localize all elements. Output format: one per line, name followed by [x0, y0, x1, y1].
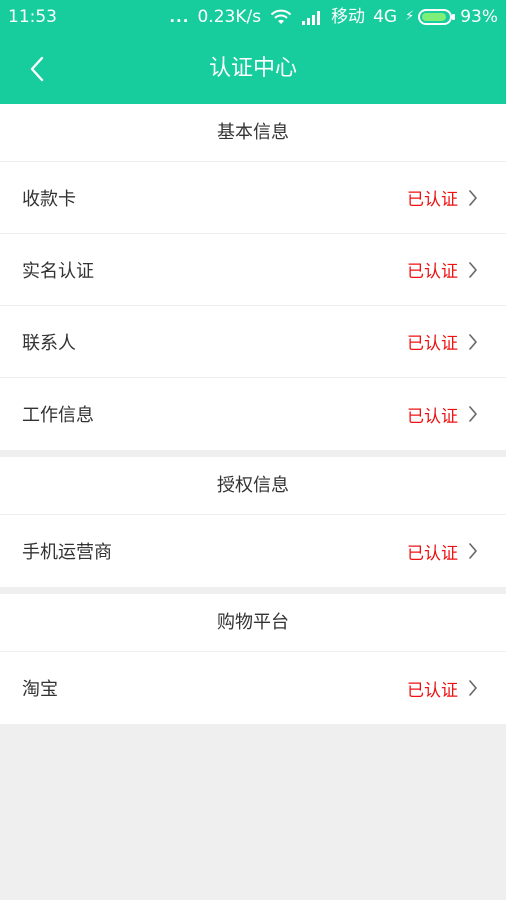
network-speed: 0.23K/s — [197, 7, 262, 27]
network-type: 4G — [373, 7, 398, 27]
list-item[interactable]: 联系人 已认证 — [0, 306, 506, 378]
status-bar: 11:53 ... 0.23K/s 移动 4G ⚡ 93% — [0, 0, 506, 34]
item-label: 淘宝 — [22, 679, 58, 700]
item-label: 联系人 — [22, 332, 76, 354]
more-dots-icon: ... — [169, 8, 190, 26]
status-icons: ... 0.23K/s 移动 4G ⚡ 93% — [169, 0, 498, 34]
status-badge: 已认证 — [407, 334, 458, 354]
section-0: 基本信息 收款卡 已认证 实名认证 已认证 联系人 已认证 工作信息 已认证 — [0, 104, 506, 450]
list-item[interactable]: 手机运营商 已认证 — [0, 515, 506, 587]
chevron-right-icon — [469, 333, 477, 350]
section-header: 购物平台 — [0, 594, 506, 652]
item-label: 实名认证 — [22, 260, 94, 282]
battery-fill — [422, 13, 447, 21]
app-header: 11:53 ... 0.23K/s 移动 4G ⚡ 93% 认证中心 — [0, 0, 506, 104]
item-label: 收款卡 — [22, 188, 76, 210]
chevron-right-icon — [469, 261, 477, 278]
list-item[interactable]: 工作信息 已认证 — [0, 378, 506, 450]
charging-bolt-icon: ⚡ — [405, 9, 415, 24]
status-badge: 已认证 — [407, 262, 458, 282]
list-item[interactable]: 实名认证 已认证 — [0, 234, 506, 306]
chevron-right-icon — [469, 680, 477, 696]
chevron-right-icon — [469, 189, 477, 206]
signal-icon — [302, 11, 321, 25]
section-header: 授权信息 — [0, 457, 506, 515]
certification-list: 基本信息 收款卡 已认证 实名认证 已认证 联系人 已认证 工作信息 已认证 授权信息 手机运营商已… — [0, 104, 506, 724]
section-1: 授权信息手机运营商 已认证 — [0, 457, 506, 587]
battery-percent: 93% — [460, 7, 498, 27]
chevron-right-icon — [469, 406, 477, 422]
section-2: 购物平台淘宝 已认证 — [0, 594, 506, 724]
carrier-name: 移动 — [331, 7, 366, 27]
chevron-right-icon — [469, 543, 477, 559]
item-label: 工作信息 — [22, 405, 94, 426]
status-time: 11:53 — [8, 7, 57, 27]
status-badge: 已认证 — [407, 406, 458, 427]
status-badge: 已认证 — [407, 680, 458, 701]
page-title: 认证中心 — [208, 56, 297, 81]
battery-icon — [418, 9, 456, 25]
list-item[interactable]: 收款卡 已认证 — [0, 162, 506, 234]
section-header: 基本信息 — [0, 104, 506, 162]
wifi-icon — [270, 9, 292, 24]
status-badge: 已认证 — [407, 543, 458, 564]
battery-cap — [452, 14, 456, 20]
nav-bar: 认证中心 — [0, 34, 506, 104]
item-label: 手机运营商 — [22, 542, 112, 563]
status-badge: 已认证 — [407, 190, 458, 210]
list-item[interactable]: 淘宝 已认证 — [0, 652, 506, 724]
